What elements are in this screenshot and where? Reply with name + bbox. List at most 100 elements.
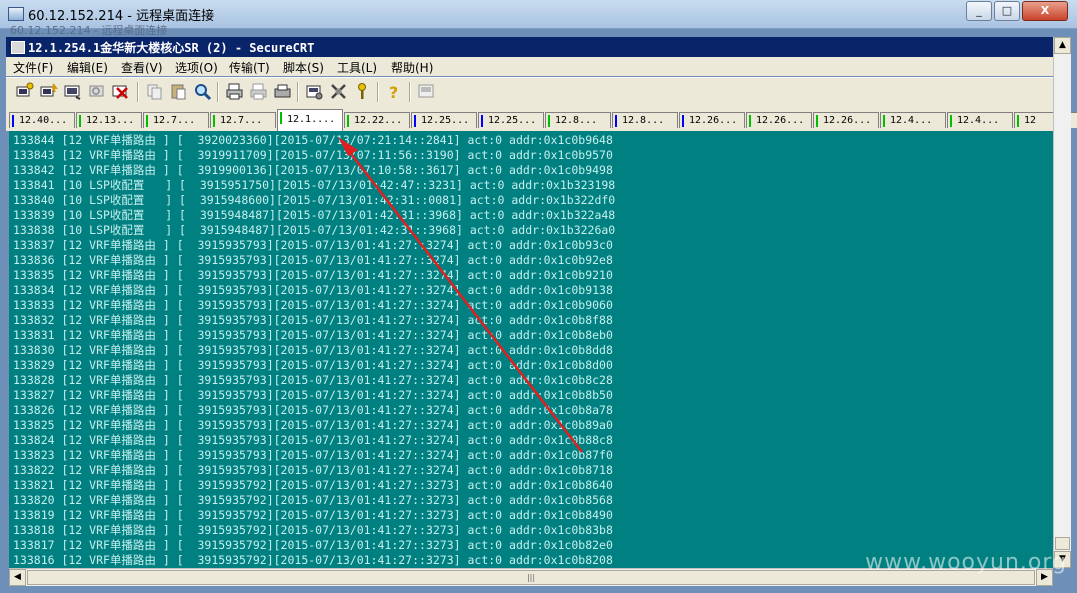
tab-label: 12.26... (823, 115, 872, 126)
toolbar-separator (137, 82, 139, 102)
terminal-line: 133818 [12 VRF单播路由 ] [ 3915935792][2015-… (13, 523, 613, 537)
scroll-up-arrow-icon[interactable]: ▲ (1054, 37, 1071, 54)
tab-status-marker (682, 115, 684, 127)
tab-status-marker (12, 115, 14, 127)
terminal-line: 133827 [12 VRF单播路由 ] [ 3915935793][2015-… (13, 388, 613, 402)
tab-status-marker (213, 115, 215, 127)
terminal-line: 133829 [12 VRF单播路由 ] [ 3915935793][2015-… (13, 358, 613, 372)
session-tab[interactable]: 12.8... (545, 112, 611, 128)
terminal-line: 133828 [12 VRF单播路由 ] [ 3915935793][2015-… (13, 373, 613, 387)
print-icon[interactable] (225, 82, 244, 101)
menu-file[interactable]: 文件(F) (13, 59, 53, 76)
menu-bar: 文件(F) 编辑(E) 查看(V) 选项(O) 传输(T) 脚本(S) 工具(L… (6, 57, 1053, 76)
global-options-icon[interactable] (329, 82, 348, 101)
close-button[interactable]: X (1022, 1, 1068, 21)
toolbar-separator (409, 82, 411, 102)
tab-status-marker (79, 115, 81, 127)
vertical-scrollbar[interactable]: ▲ ▼ (1053, 37, 1071, 568)
session-tab[interactable]: 12.7... (210, 112, 276, 128)
session-tab[interactable]: 12.26... (679, 112, 745, 128)
tab-label: 12.1.... (287, 114, 336, 125)
terminal-line: 133826 [12 VRF单播路由 ] [ 3915935793][2015-… (13, 403, 613, 417)
session-tab[interactable]: 12.22... (344, 112, 410, 128)
tab-status-marker (414, 115, 416, 127)
tab-label: 12.40... (19, 115, 68, 126)
paste-icon[interactable] (169, 82, 188, 101)
menu-view[interactable]: 查看(V) (121, 59, 163, 76)
menu-edit[interactable]: 编辑(E) (67, 59, 108, 76)
find-icon[interactable] (193, 82, 212, 101)
terminal-line: 133838 [10 LSP收配置 ] [ 3915948487][2015-0… (13, 223, 616, 237)
session-tab[interactable]: 12.8... (612, 112, 678, 128)
menu-transfer[interactable]: 传输(T) (229, 59, 270, 76)
tab-status-marker (146, 115, 148, 127)
menu-script[interactable]: 脚本(S) (283, 59, 324, 76)
securecrt-titlebar: 12.1.254.1金华新大楼核心SR (2) - SecureCRT (6, 37, 1053, 57)
scroll-left-arrow-icon[interactable]: ◀ (9, 569, 26, 586)
toolbar-separator (377, 82, 379, 102)
session-options-icon[interactable] (305, 82, 324, 101)
watermark-text: www.wooyun.org (865, 550, 1067, 575)
connect-tab-icon[interactable] (63, 82, 82, 101)
tab-status-marker (615, 115, 617, 127)
terminal-line: 133833 [12 VRF单播路由 ] [ 3915935793][2015-… (13, 298, 613, 312)
session-tab[interactable]: 12.26... (813, 112, 879, 128)
tab-status-marker (883, 115, 885, 127)
toolbar: ? (6, 77, 1053, 109)
terminal-line: 133820 [12 VRF单播路由 ] [ 3915935792][2015-… (13, 493, 613, 507)
print-selection-icon[interactable] (249, 82, 268, 101)
tab-status-marker (816, 115, 818, 127)
tab-label: 12 (1024, 115, 1037, 126)
printer-setup-icon[interactable] (273, 82, 292, 101)
session-tab[interactable]: 12.4... (880, 112, 946, 128)
terminal-line: 133819 [12 VRF单播路由 ] [ 3915935792][2015-… (13, 508, 613, 522)
tab-label: 12.25... (421, 115, 470, 126)
menu-tools[interactable]: 工具(L) (337, 59, 377, 76)
tab-status-marker (1017, 115, 1019, 127)
menu-options[interactable]: 选项(O) (175, 59, 218, 76)
terminal-line: 133844 [12 VRF单播路由 ] [ 3920023360][2015-… (13, 133, 613, 147)
sftp-icon[interactable] (417, 82, 436, 101)
tab-label: 12.4... (890, 115, 933, 126)
terminal-output[interactable]: 133844 [12 VRF单播路由 ] [ 3920023360][2015-… (9, 131, 1053, 568)
terminal-line: 133822 [12 VRF单播路由 ] [ 3915935793][2015-… (13, 463, 613, 477)
terminal-line: 133839 [10 LSP收配置 ] [ 3915948487][2015-0… (13, 208, 616, 222)
quick-connect-icon[interactable] (39, 82, 58, 101)
minimize-button[interactable]: _ (966, 1, 992, 21)
restore-button[interactable]: □ (994, 1, 1020, 21)
help-icon[interactable]: ? (385, 82, 404, 101)
session-tab[interactable]: 12.7... (143, 112, 209, 128)
menu-help[interactable]: 帮助(H) (391, 59, 433, 76)
tab-status-marker (347, 115, 349, 127)
terminal-line: 133825 [12 VRF单播路由 ] [ 3915935793][2015-… (13, 418, 613, 432)
vertical-scroll-thumb[interactable] (1055, 537, 1070, 550)
keymap-icon[interactable] (353, 82, 372, 101)
tab-label: 12.26... (689, 115, 738, 126)
reconnect-icon[interactable] (87, 82, 106, 101)
terminal-line: 133842 [12 VRF单播路由 ] [ 3919900136][2015-… (13, 163, 613, 177)
tab-status-marker (548, 115, 550, 127)
terminal-line: 133840 [10 LSP收配置 ] [ 3915948600][2015-0… (13, 193, 616, 207)
tab-label: 12.8... (555, 115, 598, 126)
connect-icon[interactable] (15, 82, 34, 101)
disconnect-icon[interactable] (111, 82, 130, 101)
securecrt-app-icon (11, 41, 25, 54)
tab-status-marker (280, 112, 282, 124)
session-tab[interactable]: 12.25... (411, 112, 477, 128)
terminal-line: 133830 [12 VRF单播路由 ] [ 3915935793][2015-… (13, 343, 613, 357)
terminal-line: 133823 [12 VRF单播路由 ] [ 3915935793][2015-… (13, 448, 613, 462)
tab-label: 12.13... (86, 115, 135, 126)
session-tab[interactable]: 12.4... (947, 112, 1013, 128)
session-tab[interactable]: 12.26... (746, 112, 812, 128)
tab-label: 12.7... (220, 115, 263, 126)
session-tab[interactable]: 12.40... (9, 112, 75, 128)
session-tab[interactable]: 12.25... (478, 112, 544, 128)
terminal-line: 133832 [12 VRF单播路由 ] [ 3915935793][2015-… (13, 313, 613, 327)
session-tab[interactable]: 12.13... (76, 112, 142, 128)
session-tab-strip: 12.40... 12.13... 12.7... 12.7... 12.1.... 12… (6, 108, 1077, 131)
terminal-line: 133836 [12 VRF单播路由 ] [ 3915935793][2015-… (13, 253, 613, 267)
tab-status-marker (749, 115, 751, 127)
toolbar-separator (217, 82, 219, 102)
copy-icon[interactable] (145, 82, 164, 101)
session-tab[interactable]: 12.1.... (277, 109, 343, 131)
